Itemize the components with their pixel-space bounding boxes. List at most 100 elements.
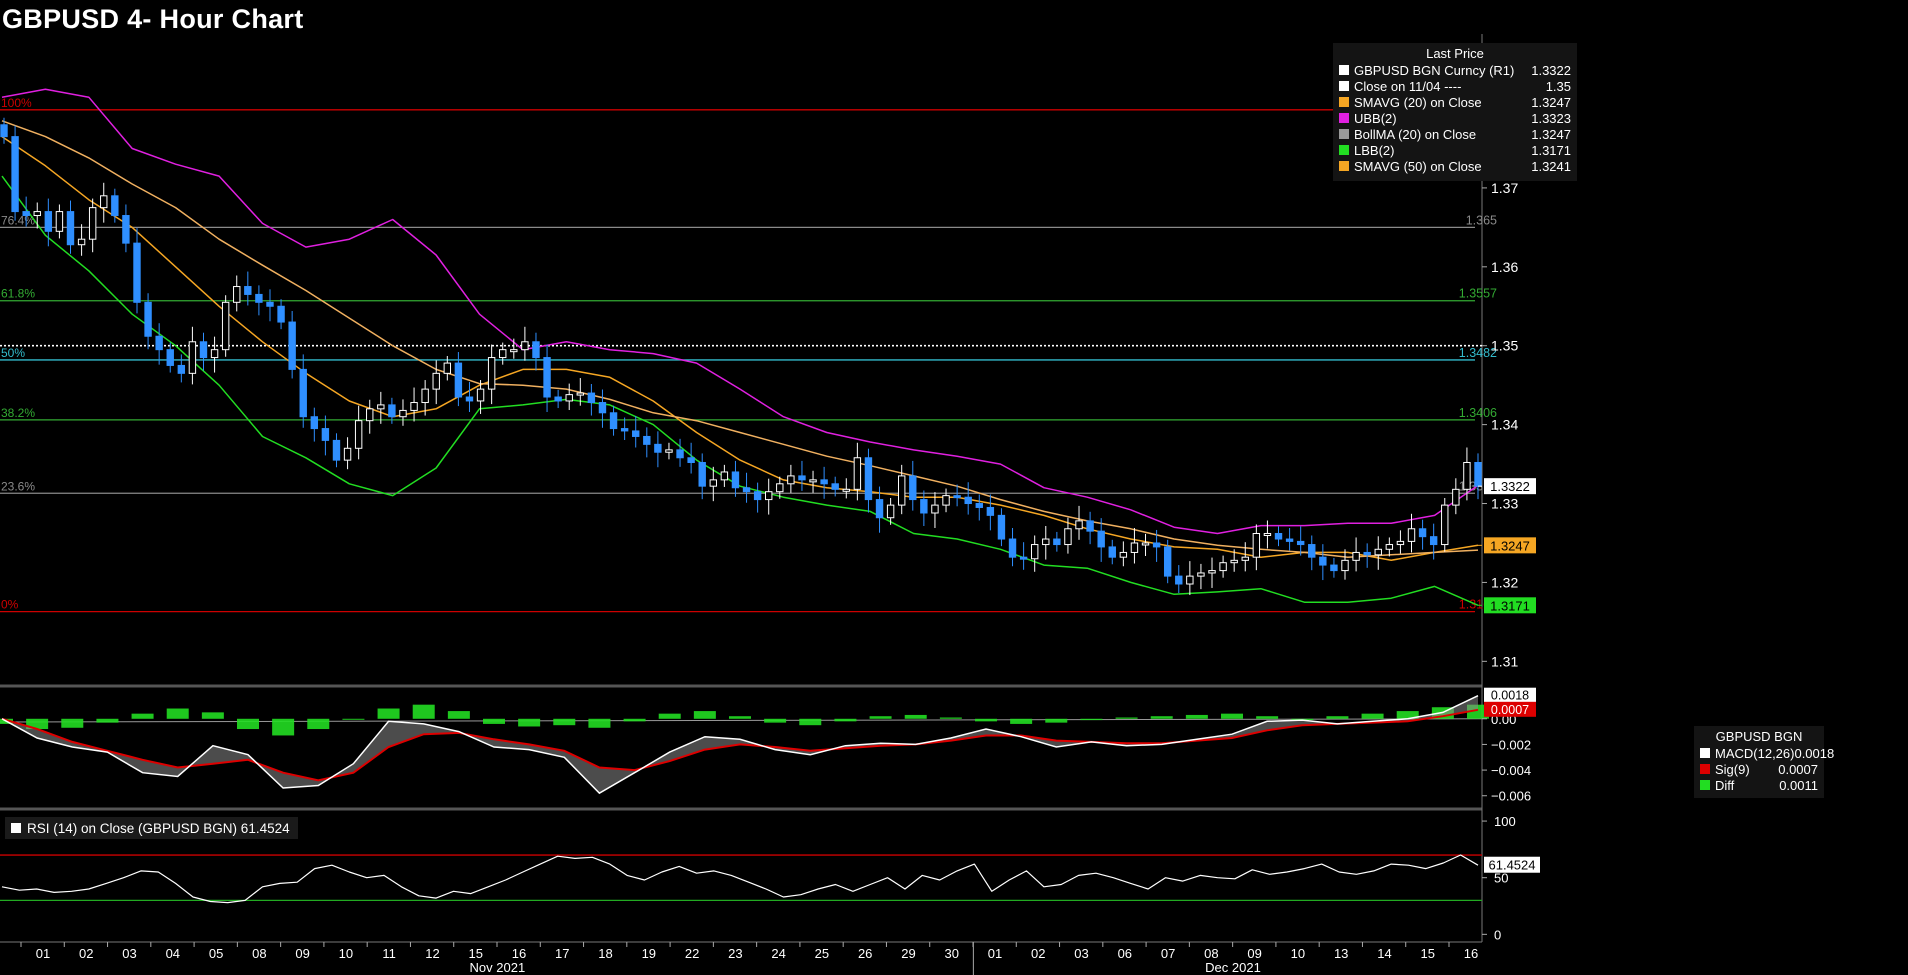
legend-swatch-4 [1339,129,1349,139]
candle-body-128 [1418,528,1427,538]
macd-histogram-bar-26 [904,714,927,719]
candle-body-20 [221,301,230,351]
candle-body-17 [188,341,197,374]
macd-histogram-bar-10 [342,718,365,720]
candle-body-89 [986,506,995,516]
candle-body-72 [798,475,806,481]
candle-body-67 [742,487,751,493]
day-label-27: 08 [1204,946,1218,961]
candle-body-44 [487,357,496,390]
candle-body-130 [1441,504,1449,546]
candle-body-19 [210,349,219,359]
month-label-0: Nov 2021 [470,960,526,975]
price-tick-label-4: 1.35 [1491,338,1518,354]
macd-histogram-bar-34 [1185,714,1208,719]
macd-histogram-bar-17 [588,718,611,728]
day-label-2: 03 [122,946,136,961]
candle-body-60 [665,449,673,453]
candle-body-81 [897,475,906,506]
fib-label-5: 23.6% [1,479,35,493]
day-label-6: 09 [295,946,309,961]
day-label-7: 10 [339,946,353,961]
macd-histogram-bar-2 [61,718,84,728]
legend-label-0: GBPUSD BGN Curncy (R1) [1354,62,1515,78]
macd-histogram-bar-18 [623,718,646,722]
rsi-legend-label: RSI (14) on Close (GBPUSD BGN) 61.4524 [27,820,290,836]
candle-body-37 [410,402,418,411]
macd-legend-row-0: MACD(12,26) 0.0018 [1694,745,1834,761]
macd-histogram-bar-25 [869,716,892,719]
candle-body-63 [698,461,706,487]
price-axis: 1.311.321.331.341.351.361.371.38 [1482,101,1518,669]
macd-histogram-bar-13 [447,711,470,719]
macd-legend-swatch-0 [1700,748,1710,758]
rsi-tag-label-0: 61.4524 [1489,858,1536,873]
candle-body-30 [332,439,341,461]
candle-body-12 [133,242,141,303]
candle-body-99 [1097,530,1105,548]
candle-body-6 [66,211,75,246]
candle-body-73 [809,479,817,483]
macd-histogram-bar-3 [96,718,119,723]
day-label-10: 15 [468,946,482,961]
day-label-5: 08 [252,946,266,961]
day-label-14: 19 [642,946,656,961]
candle-body-79 [875,499,884,519]
candle-body-41 [454,362,463,398]
candle-body-91 [1008,538,1017,558]
candle-body-48 [532,341,540,359]
candle-body-21 [233,286,241,303]
legend-title: Last Price [1426,46,1484,61]
candle-body-87 [964,496,972,505]
candle-body-39 [432,372,440,390]
macd-legend-value-2: 0.0011 [1779,777,1818,793]
candle-body-109 [1208,570,1216,574]
candle-body-5 [55,211,64,232]
day-label-11: 16 [512,946,526,961]
candle-body-43 [476,388,485,402]
candle-body-133 [1474,461,1482,487]
macd-legend-row-1: Sig(9) 0.0007 [1694,761,1824,777]
price-tag-label-1: 1.3247 [1490,538,1530,553]
candle-body-77 [853,457,862,490]
candle-body-4 [44,211,53,232]
candle-body-114 [1263,533,1272,537]
legend-label-2: SMAVG (20) on Close [1354,94,1482,110]
legend-row-2: SMAVG (20) on Close 1.3247 [1333,94,1577,110]
candle-body-84 [931,504,939,514]
day-label-0: 01 [36,946,50,961]
candle-body-112 [1241,556,1249,561]
macd-histogram-bar-38 [1326,716,1349,719]
candle-body-76 [842,488,850,492]
candle-body-16 [177,364,186,374]
legend-value-0: 1.3322 [1531,62,1571,78]
candle-body-9 [100,195,108,209]
candle-body-3 [33,211,41,217]
macd-histogram-bar-35 [1221,713,1243,719]
rsi-tick-label-2: 0 [1494,927,1501,942]
legend-label-1: Close on 11/04 ---- [1354,78,1462,94]
macd-histogram-bar-15 [518,718,541,727]
price-tag-label-0: 1.3322 [1490,479,1530,494]
candle-body-107 [1186,575,1194,585]
macd-histogram-bar-27 [939,717,962,719]
candle-body-104 [1152,542,1161,548]
legend-label-6: SMAVG (50) on Close [1354,158,1482,174]
day-label-23: 02 [1031,946,1045,961]
macd-histogram-bar-9 [307,718,330,730]
macd-zero-line [0,718,1483,723]
candle-body-111 [1230,559,1238,564]
candle-body-13 [144,301,152,337]
day-label-4: 05 [209,946,223,961]
candle-body-31 [343,447,352,461]
candle-body-64 [709,479,717,487]
candle-body-101 [1119,551,1128,558]
candle-body-85 [942,495,950,506]
candle-body-35 [388,404,396,418]
legend-row-3: UBB(2) 1.3323 [1333,110,1577,126]
candle-body-28 [310,416,319,430]
macd-legend-value-1: 0.0007 [1778,761,1818,777]
legend-swatch-5 [1339,145,1349,155]
candle-body-68 [753,491,762,501]
macd-histogram-bar-36 [1256,716,1279,719]
